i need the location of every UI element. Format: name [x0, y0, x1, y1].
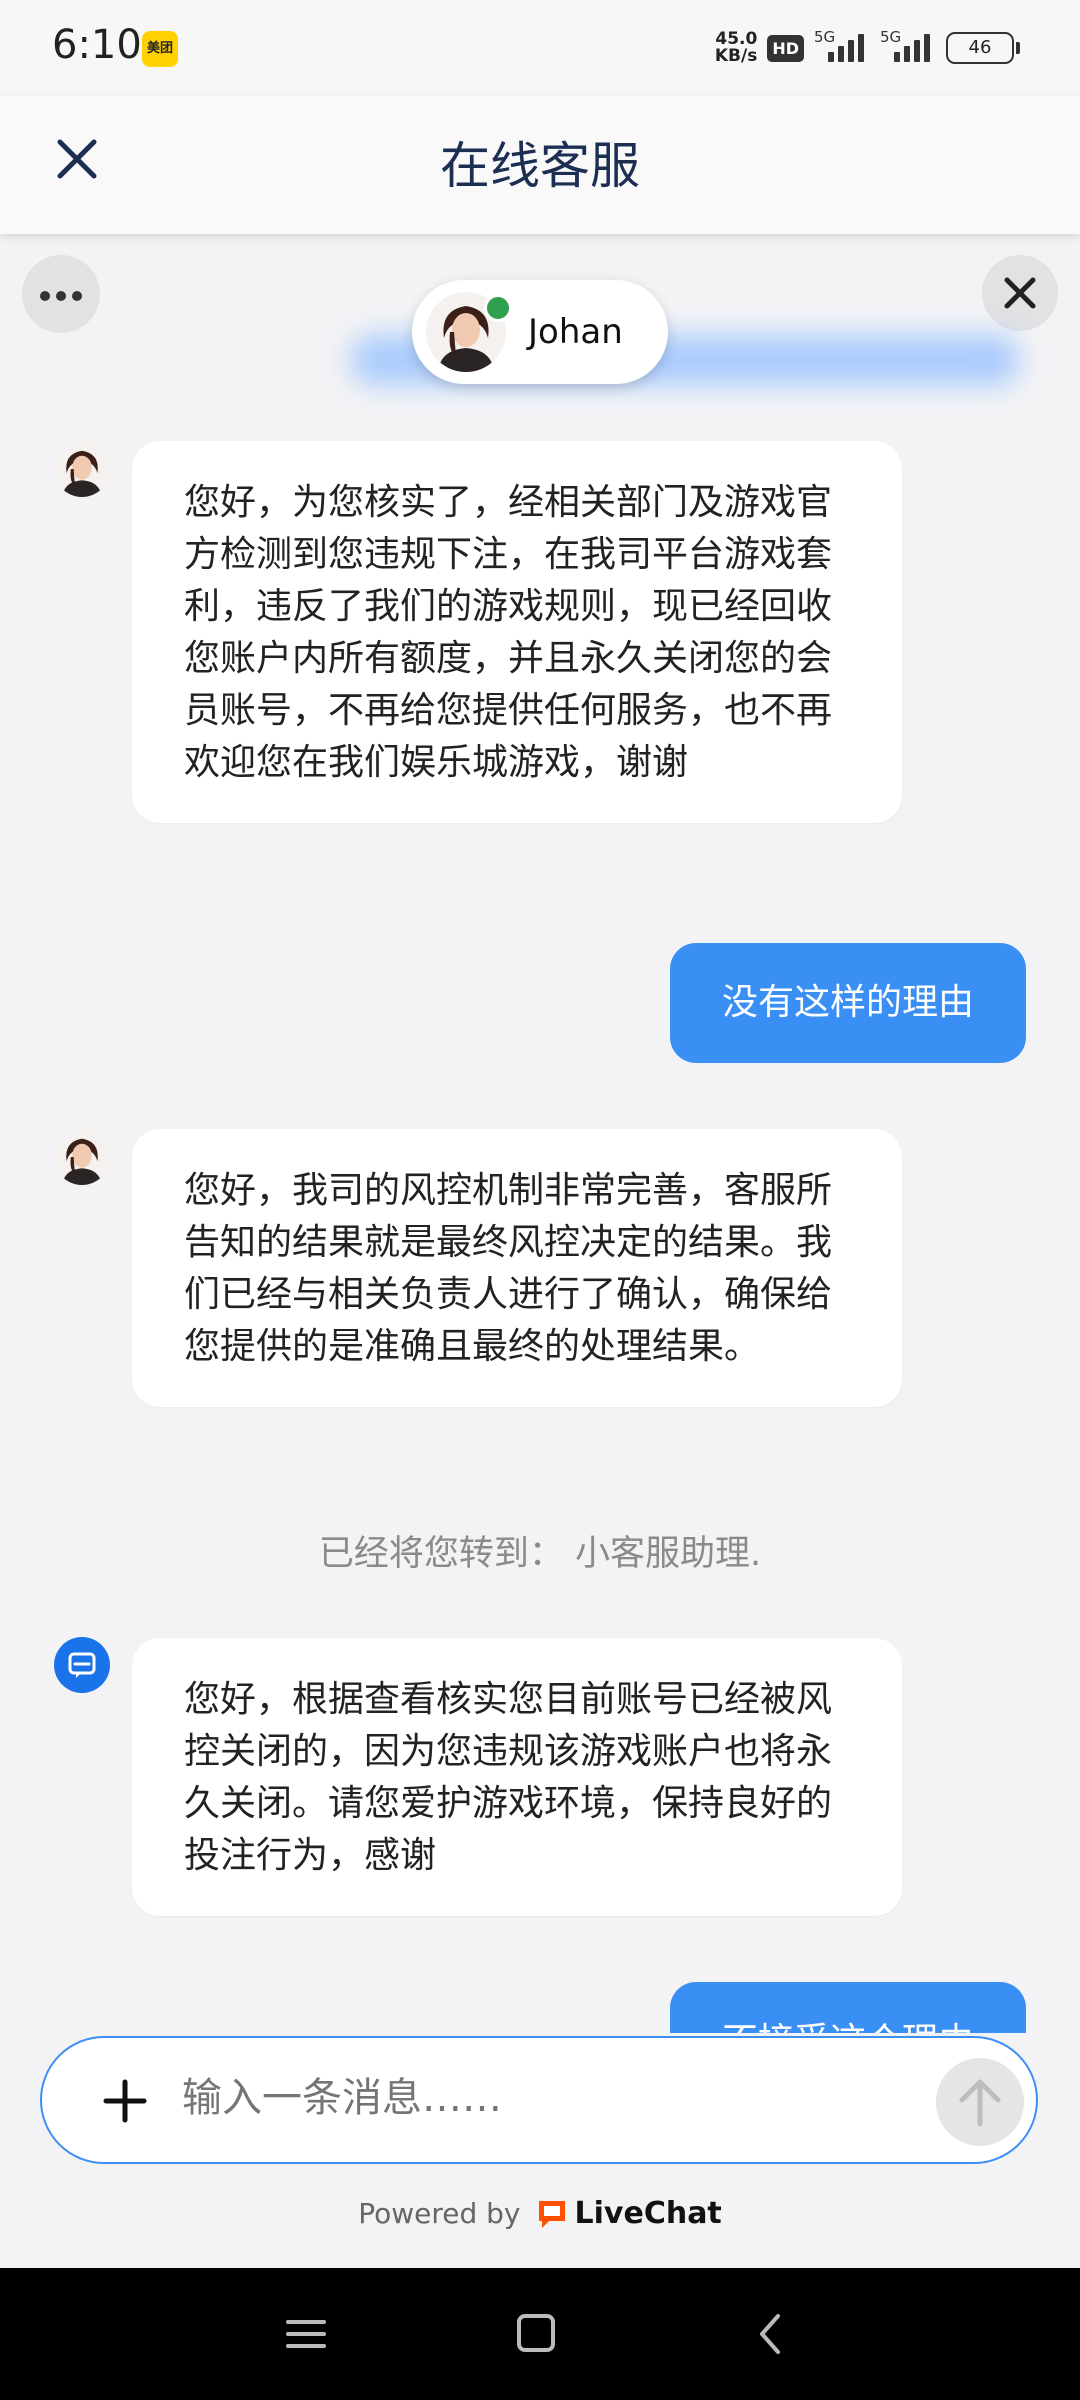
sim2-network-label: 5G	[880, 28, 902, 46]
online-status-dot	[484, 294, 512, 322]
page-title: 在线客服	[440, 137, 640, 195]
user-message-bubble: 没有这样的理由	[669, 943, 1026, 1063]
hd-volte-icon: HD	[767, 34, 804, 62]
sim1-network-label: 5G	[814, 28, 836, 46]
plus-icon	[103, 2079, 147, 2123]
powered-by-footer: Powered by LiveChat	[0, 2196, 1080, 2231]
system-navigation-bar	[0, 2268, 1080, 2400]
network-speed: 45.0 KB/s	[715, 31, 757, 65]
minimize-chat-button[interactable]	[982, 255, 1058, 331]
agent-message-bubble: 您好，为您核实了，经相关部门及游戏官方检测到您违规下注，在我司平台游戏套利，违反…	[132, 441, 902, 823]
home-icon	[517, 2314, 555, 2352]
status-time: 6:10	[52, 22, 142, 68]
battery-level: 46	[968, 37, 992, 58]
menu-nav-button[interactable]	[276, 2306, 336, 2362]
back-icon	[760, 2314, 780, 2354]
network-speed-unit: KB/s	[714, 46, 758, 66]
message-input[interactable]	[180, 2074, 944, 2122]
bot-message-bubble: 您好，根据查看核实您目前账号已经被风控关闭的，因为您违规该游戏账户也将永久关闭。…	[132, 1638, 902, 1916]
close-icon	[1004, 277, 1036, 309]
chat-bot-icon	[68, 1652, 96, 1678]
battery-icon: 46	[946, 32, 1020, 64]
home-nav-button[interactable]	[506, 2306, 566, 2362]
agent-card[interactable]: Johan	[412, 280, 668, 384]
more-dot	[40, 291, 50, 301]
status-bar: 6:10 美团 45.0 KB/s HD 5G 5G 46	[0, 0, 1080, 96]
livechat-link[interactable]: LiveChat	[535, 2196, 722, 2231]
agent-message-bubble: 您好，我司的风控机制非常完善，客服所告知的结果就是最终风控决定的结果。我们已经与…	[132, 1129, 902, 1407]
agent-avatar	[54, 1129, 110, 1185]
message-composer	[40, 2036, 1038, 2164]
livechat-logo-icon	[538, 2200, 565, 2228]
transfer-notice: 已经将您转到： 小客服助理.	[318, 1534, 762, 1574]
meituan-app-icon: 美团	[142, 31, 178, 67]
app-header: 在线客服	[0, 96, 1080, 234]
send-button[interactable]	[936, 2058, 1024, 2146]
add-attachment-button[interactable]	[100, 2076, 150, 2126]
livechat-brand: LiveChat	[574, 2196, 722, 2231]
signal-icon-sim2: 5G	[880, 28, 936, 66]
agent-name: Johan	[528, 312, 623, 352]
bot-avatar	[54, 1637, 110, 1693]
status-indicators: 45.0 KB/s HD 5G 5G 46	[715, 28, 1020, 68]
more-dot	[56, 291, 66, 301]
signal-icon-sim1: 5G	[814, 28, 870, 66]
more-dot	[72, 291, 82, 301]
back-nav-button[interactable]	[740, 2306, 800, 2362]
powered-by-label: Powered by	[358, 2197, 521, 2230]
menu-icon	[286, 2320, 326, 2348]
arrow-up-icon	[959, 2079, 1001, 2127]
agent-avatar	[54, 441, 110, 497]
more-options-button[interactable]	[22, 255, 100, 333]
